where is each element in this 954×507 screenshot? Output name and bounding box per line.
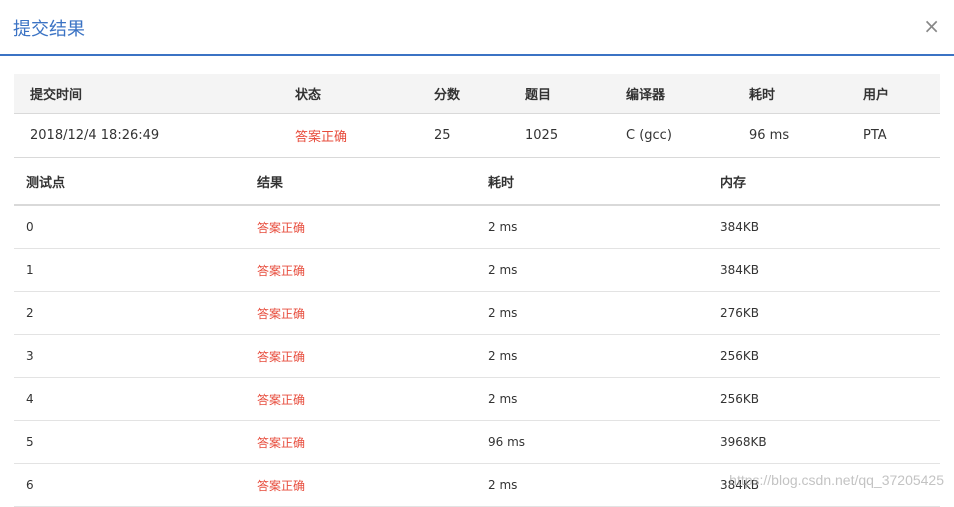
- problem-id[interactable]: 1025: [509, 113, 610, 158]
- test-memory: 276KB: [708, 291, 940, 335]
- status-badge[interactable]: 答案正确: [279, 113, 418, 158]
- test-elapsed: 2 ms: [476, 205, 708, 249]
- dialog-title: 提交结果: [13, 19, 85, 40]
- test-result: 答案正确: [245, 420, 476, 464]
- table-row: 2 答案正确 2 ms 276KB: [14, 291, 940, 335]
- test-point: 0: [14, 205, 245, 249]
- test-result: 答案正确: [245, 377, 476, 421]
- user: PTA: [847, 113, 940, 158]
- test-result: 答案正确: [245, 334, 476, 378]
- header-problem: 题目: [509, 74, 610, 114]
- test-point: 5: [14, 420, 245, 464]
- time-used: 96 ms: [733, 113, 847, 158]
- tests-header-row: 测试点 结果 耗时 内存: [14, 158, 940, 206]
- test-memory: 384KB: [708, 205, 940, 249]
- test-elapsed: 2 ms: [476, 248, 708, 292]
- header-result: 结果: [245, 158, 476, 206]
- test-memory: 256KB: [708, 377, 940, 421]
- header-elapsed: 耗时: [476, 158, 708, 206]
- test-elapsed: 2 ms: [476, 463, 708, 507]
- header-time: 耗时: [733, 74, 847, 114]
- test-memory: 3968KB: [708, 420, 940, 464]
- header-submit-time: 提交时间: [14, 74, 279, 114]
- header-test-point: 测试点: [14, 158, 245, 206]
- submission-summary-table: 提交时间 状态 分数 题目 编译器 耗时 用户 2018/12/4 18:26:…: [14, 74, 940, 158]
- table-row: 5 答案正确 96 ms 3968KB: [14, 420, 940, 464]
- test-result: 答案正确: [245, 463, 476, 507]
- table-row: 0 答案正确 2 ms 384KB: [14, 205, 940, 249]
- summary-header-row: 提交时间 状态 分数 题目 编译器 耗时 用户: [14, 74, 940, 114]
- test-result: 答案正确: [245, 291, 476, 335]
- test-elapsed: 2 ms: [476, 291, 708, 335]
- test-point: 3: [14, 334, 245, 378]
- header-status: 状态: [279, 74, 418, 114]
- test-point: 6: [14, 463, 245, 507]
- test-elapsed: 2 ms: [476, 334, 708, 378]
- test-elapsed: 2 ms: [476, 377, 708, 421]
- table-row: 3 答案正确 2 ms 256KB: [14, 334, 940, 378]
- compiler: C (gcc): [610, 113, 733, 158]
- dialog-header: 提交结果 ×: [0, 0, 954, 56]
- test-point: 2: [14, 291, 245, 335]
- header-user: 用户: [847, 74, 940, 114]
- test-result: 答案正确: [245, 248, 476, 292]
- test-elapsed: 96 ms: [476, 420, 708, 464]
- header-score: 分数: [418, 74, 509, 114]
- test-point: 1: [14, 248, 245, 292]
- test-memory: 384KB: [708, 248, 940, 292]
- watermark: https://blog.csdn.net/qq_37205425: [729, 472, 944, 488]
- test-cases-table: 测试点 结果 耗时 内存 0 答案正确 2 ms 384KB 1 答案正确 2 …: [14, 158, 940, 507]
- header-memory: 内存: [708, 158, 940, 206]
- table-row: 4 答案正确 2 ms 256KB: [14, 377, 940, 421]
- score: 25: [418, 113, 509, 158]
- test-memory: 256KB: [708, 334, 940, 378]
- table-row: 1 答案正确 2 ms 384KB: [14, 248, 940, 292]
- summary-row: 2018/12/4 18:26:49 答案正确 25 1025 C (gcc) …: [14, 113, 940, 158]
- close-button[interactable]: ×: [923, 14, 940, 38]
- test-result: 答案正确: [245, 205, 476, 249]
- submit-time: 2018/12/4 18:26:49: [14, 113, 279, 158]
- test-point: 4: [14, 377, 245, 421]
- header-compiler: 编译器: [610, 74, 733, 114]
